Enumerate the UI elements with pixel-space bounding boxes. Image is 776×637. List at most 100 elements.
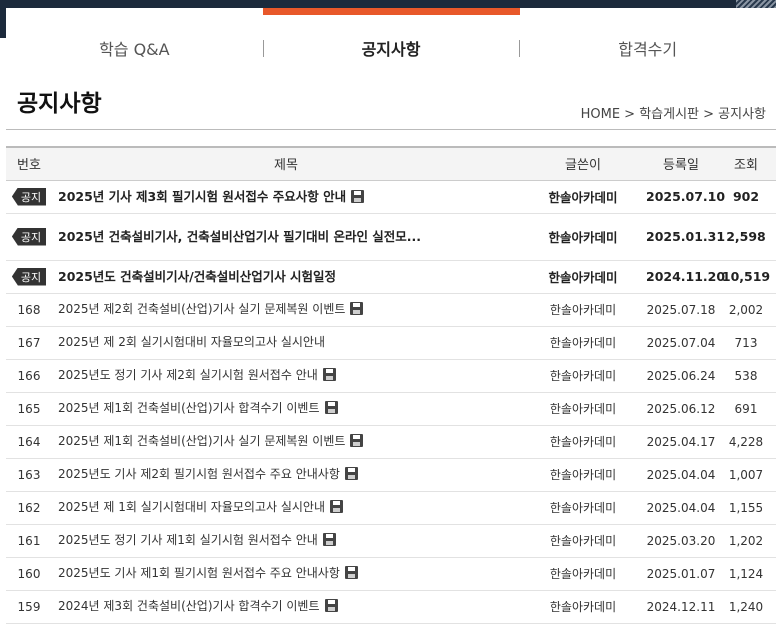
row-number: 공지 [6,213,52,261]
row-date: 2025.04.17 [646,425,716,459]
table-row[interactable]: 161 2025년도 정기 기사 제1회 실기시험 원서접수 안내 한솔아카데미 20… [6,524,776,558]
row-views: 1,240 [716,590,776,624]
table-row[interactable]: 162 2025년 제 1회 실기시험대비 자율모의고사 실시안내 한솔아카데미 20… [6,491,776,525]
row-date: 2025.04.04 [646,491,716,525]
row-title-cell: 2025년 제1회 건축설비(산업)기사 합격수기 이벤트 [52,392,520,426]
row-views: 4,228 [716,425,776,459]
row-number: 159 [6,590,52,624]
row-title-link[interactable]: 2025년도 정기 기사 제1회 실기시험 원서접수 안내 [58,533,318,547]
row-title-link[interactable]: 2025년 제 1회 실기시험대비 자율모의고사 실시안내 [58,500,325,514]
row-title-cell: 2025년도 정기 기사 제1회 실기시험 원서접수 안내 [52,524,520,558]
row-writer: 한솔아카데미 [520,180,646,214]
table-row[interactable]: 163 2025년도 기사 제2회 필기시험 원서접수 주요 안내사항 한솔아카데미… [6,458,776,492]
row-writer: 한솔아카데미 [520,491,646,525]
table-row[interactable]: 167 2025년 제 2회 실기시험대비 자율모의고사 실시안내 한솔아카데미 20… [6,326,776,360]
row-number: 166 [6,359,52,393]
tab-notice[interactable]: 공지사항 [262,30,520,66]
row-date: 2025.07.18 [646,293,716,327]
row-writer: 한솔아카데미 [520,458,646,492]
row-title-link[interactable]: 2025년 기사 제3회 필기시험 원서접수 주요사항 안내 [58,189,346,204]
row-views: 1,124 [716,557,776,591]
row-title-link[interactable]: 2025년 제1회 건축설비(산업)기사 실기 문제복원 이벤트 [58,434,345,448]
notice-badge: 공지 [11,267,47,286]
row-date: 2025.04.04 [646,458,716,492]
row-number: 공지 [6,260,52,294]
row-title-link[interactable]: 2025년도 기사 제2회 필기시험 원서접수 주요 안내사항 [58,467,340,481]
row-title-cell: 2025년 건축설비기사, 건축설비산업기사 필기대비 온라인 실전모... [52,213,520,261]
row-views: 691 [716,392,776,426]
row-number: 160 [6,557,52,591]
table-row[interactable]: 공지 2025년도 건축설비기사/건축설비산업기사 시험일정 한솔아카데미 2024.… [6,260,776,294]
top-bar [0,0,776,8]
page-title: 공지사항 [17,91,102,117]
row-number: 168 [6,293,52,327]
attachment-icon [344,566,358,579]
table-row[interactable]: 공지 2025년 기사 제3회 필기시험 원서접수 주요사항 안내 한솔아카데미 20… [6,180,776,214]
col-views: 조회 [716,146,776,181]
table-row[interactable]: 공지 2025년 건축설비기사, 건축설비산업기사 필기대비 온라인 실전모...… [6,213,776,261]
table-row[interactable]: 159 2024년 제3회 건축설비(산업)기사 합격수기 이벤트 한솔아카데미 20… [6,590,776,624]
attachment-icon [324,401,338,414]
row-date: 2024.12.11 [646,590,716,624]
row-writer: 한솔아카데미 [520,213,646,261]
row-title-cell: 2025년도 기사 제2회 필기시험 원서접수 주요 안내사항 [52,458,520,492]
notice-badge: 공지 [11,187,47,206]
row-views: 2,598 [716,213,776,261]
row-number: 공지 [6,180,52,214]
row-number: 162 [6,491,52,525]
row-number: 163 [6,458,52,492]
table-row[interactable]: 168 2025년 제2회 건축설비(산업)기사 실기 문제복원 이벤트 한솔아카데… [6,293,776,327]
attachment-icon [330,500,344,513]
row-title-cell: 2025년도 기사 제1회 필기시험 원서접수 주요 안내사항 [52,557,520,591]
row-title-link[interactable]: 2025년 제 2회 실기시험대비 자율모의고사 실시안내 [58,335,325,349]
attachment-icon [350,302,364,315]
row-title-link[interactable]: 2025년도 건축설비기사/건축설비산업기사 시험일정 [58,269,336,284]
row-date: 2025.06.12 [646,392,716,426]
row-title-link[interactable]: 2024년 제3회 건축설비(산업)기사 합격수기 이벤트 [58,599,320,613]
row-writer: 한솔아카데미 [520,293,646,327]
table-row[interactable]: 164 2025년 제1회 건축설비(산업)기사 실기 문제복원 이벤트 한솔아카데… [6,425,776,459]
row-title-link[interactable]: 2025년 제1회 건축설비(산업)기사 합격수기 이벤트 [58,401,320,415]
row-date: 2025.07.10 [646,180,725,214]
row-views: 1,007 [716,458,776,492]
table-row[interactable]: 166 2025년도 정기 기사 제2회 실기시험 원서접수 안내 한솔아카데미 20… [6,359,776,393]
row-title-cell: 2025년 제1회 건축설비(산업)기사 실기 문제복원 이벤트 [52,425,520,459]
row-writer: 한솔아카데미 [520,425,646,459]
row-views: 713 [716,326,776,360]
row-title-cell: 2025년도 건축설비기사/건축설비산업기사 시험일정 [52,260,520,294]
row-writer: 한솔아카데미 [520,326,646,360]
row-date: 2024.11.20 [646,260,725,294]
notice-table: 번호 제목 글쓴이 등록일 조회 공지 2025년 기사 제3회 필기시험 원서접… [6,146,776,624]
attachment-icon [322,533,336,546]
board-tabs: 학습 Q&A 공지사항 합격수기 [6,30,776,66]
row-date: 2025.01.31 [646,213,725,261]
row-title-cell: 2025년 제 1회 실기시험대비 자율모의고사 실시안내 [52,491,520,525]
attachment-icon [344,467,358,480]
table-row[interactable]: 160 2025년도 기사 제1회 필기시험 원서접수 주요 안내사항 한솔아카데미… [6,557,776,591]
row-number: 161 [6,524,52,558]
row-date: 2025.06.24 [646,359,716,393]
attachment-icon [350,434,364,447]
row-writer: 한솔아카데미 [520,392,646,426]
row-title-link[interactable]: 2025년도 기사 제1회 필기시험 원서접수 주요 안내사항 [58,566,340,580]
tab-reviews[interactable]: 합격수기 [519,30,776,66]
col-title: 제목 [52,146,520,181]
tab-qna[interactable]: 학습 Q&A [6,30,263,66]
row-title-cell: 2025년 제2회 건축설비(산업)기사 실기 문제복원 이벤트 [52,293,520,327]
row-title-link[interactable]: 2025년 제2회 건축설비(산업)기사 실기 문제복원 이벤트 [58,302,345,316]
attachment-icon [324,599,338,612]
row-writer: 한솔아카데미 [520,590,646,624]
row-title-link[interactable]: 2025년도 정기 기사 제2회 실기시험 원서접수 안내 [58,368,318,382]
row-date: 2025.03.20 [646,524,716,558]
table-row[interactable]: 165 2025년 제1회 건축설비(산업)기사 합격수기 이벤트 한솔아카데미 20… [6,392,776,426]
active-tab-indicator [263,8,520,15]
breadcrumb: HOME > 학습게시판 > 공지사항 [580,107,766,122]
row-views: 1,155 [716,491,776,525]
col-writer: 글쓴이 [520,146,646,181]
row-number: 167 [6,326,52,360]
row-number: 164 [6,425,52,459]
row-title-link[interactable]: 2025년 건축설비기사, 건축설비산업기사 필기대비 온라인 실전모... [58,229,421,244]
row-views: 10,519 [716,260,776,294]
row-writer: 한솔아카데미 [520,557,646,591]
row-views: 538 [716,359,776,393]
